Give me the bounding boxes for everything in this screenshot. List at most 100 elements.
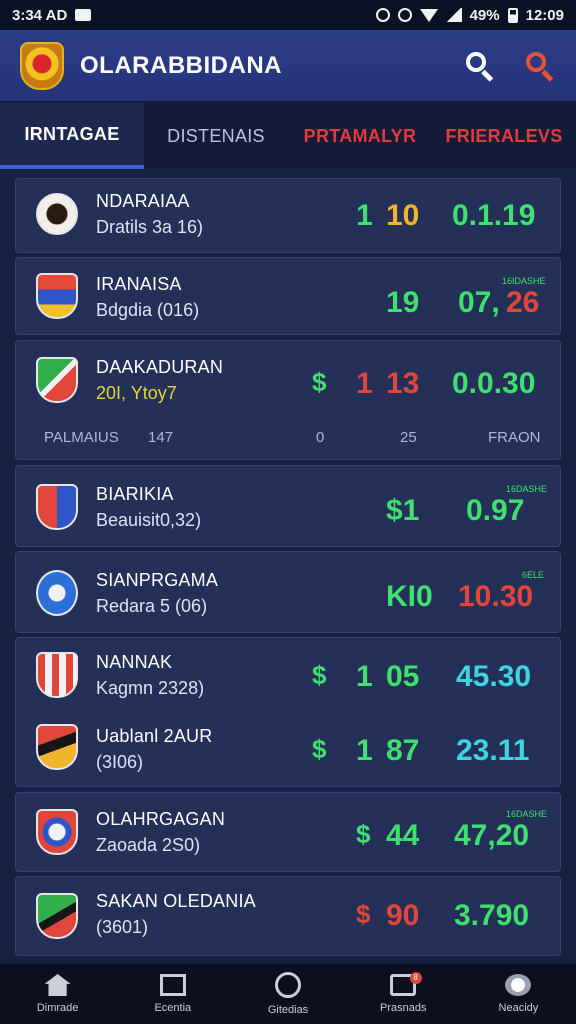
list-item[interactable]: NDARAIAA Dratils 3a 16) 1 10 0.1.19 [15, 178, 561, 253]
score-b: $1 [386, 494, 420, 527]
team-name: SAKAN OLEDANIA [96, 891, 256, 911]
team-detail: Bdgdia (016) [96, 300, 200, 320]
odds-tag: 16DASHE [506, 484, 548, 494]
app-logo [20, 41, 64, 90]
team-crest-icon [36, 809, 78, 855]
status-time-right: 12:09 [525, 6, 564, 24]
odds-value: 0.0.30 [452, 367, 536, 400]
team-name: NANNAK [96, 652, 173, 672]
battery-icon [507, 7, 518, 23]
list-item[interactable]: SAKAN OLEDANIA (3601) $ 90 3.790 [15, 876, 561, 956]
currency-symbol: $ [312, 734, 327, 764]
score-b: KI0 [386, 580, 433, 613]
nav-item-live[interactable]: Gitedias [230, 964, 345, 1024]
odds-value: 47,20 [454, 819, 530, 852]
notification-badge: 8 [409, 972, 422, 984]
tab-2[interactable]: DISTENAIS [144, 103, 288, 169]
team-detail: 20I, Ytoy7 [96, 383, 177, 403]
list-item-expanded[interactable]: DAAKADURAN 20I, Ytoy7 $ 1 13 0.0.30 PALM… [15, 340, 561, 460]
stat-c: 25 [400, 429, 417, 446]
nav-item-sports[interactable]: Neacidy [461, 964, 576, 1024]
odds-value: 0.1.19 [452, 199, 536, 232]
list-item[interactable]: IRANAISA Bdgdia (016) 19 16IDASHE 07, 26 [15, 257, 561, 335]
team-crest-icon [36, 724, 78, 770]
soccer-ball-icon [505, 974, 532, 996]
battery-percent: 49% [469, 6, 500, 24]
team-name: Uablanl 2AUR [96, 726, 213, 746]
alarm-icon [375, 8, 390, 22]
message-icon [75, 9, 92, 21]
team-name: IRANAISA [96, 274, 182, 294]
home-icon [44, 974, 71, 996]
team-detail: (3I06) [96, 752, 144, 772]
search-button[interactable] [464, 50, 496, 82]
team-detail: (3601) [96, 917, 149, 937]
score-b: 90 [386, 899, 420, 932]
team-crest-icon [36, 193, 78, 235]
stat-b: 0 [316, 429, 325, 446]
app-header: OLARABBIDANA [0, 30, 576, 102]
list-item[interactable]: BIARIKIA Beauisit0,32) $1 16DASHE 0.97 [15, 465, 561, 547]
team-crest-icon [36, 484, 78, 530]
score-a: 1 [356, 367, 373, 400]
odds-value: 0.97 [466, 494, 525, 527]
team-name: OLAHRGAGAN [96, 809, 226, 829]
odds-value: 45.30 [456, 660, 532, 693]
currency-symbol: $ [312, 367, 327, 397]
score-b: 10 [386, 199, 420, 232]
odds-tag: 6ELE [522, 570, 545, 580]
currency-symbol: $ [356, 819, 371, 849]
odds-value: 07, [458, 286, 500, 319]
signal-icon [445, 8, 462, 22]
nav-label: Dimrade [36, 1002, 79, 1014]
app-title: OLARABBIDANA [80, 51, 282, 79]
score-b: 44 [386, 819, 420, 852]
wifi-icon [419, 8, 438, 22]
team-crest-icon [36, 652, 78, 698]
nav-label: Ecentia [154, 1002, 192, 1014]
score-b: 13 [386, 367, 420, 400]
nav-item-home[interactable]: Dimrade [0, 964, 115, 1024]
currency-symbol: $ [312, 660, 327, 690]
currency-symbol: $ [356, 899, 371, 929]
tab-1[interactable]: IRNTAGAE [0, 103, 144, 169]
sync-icon [397, 8, 412, 22]
stat-a: 147 [148, 429, 174, 446]
nav-label: Gitedias [267, 1004, 309, 1016]
stat-label: PALMAIUS [44, 429, 119, 446]
team-name: DAAKADURAN [96, 357, 224, 377]
status-time-left: 3:34 AD [12, 6, 68, 24]
list-group: NANNAK Kagmn 2328) $ 1 05 45.30 Uablanl … [15, 637, 561, 787]
team-detail: Redara 5 (06) [96, 596, 208, 616]
team-name: BIARIKIA [96, 484, 174, 504]
team-name: SIANPRGAMA [96, 570, 219, 590]
team-crest-icon [36, 893, 78, 939]
status-bar: 3:34 AD 49% 12:09 [0, 0, 576, 30]
nav-label: Prasnads [379, 1002, 427, 1014]
score-a: 1 [356, 660, 373, 693]
list-item[interactable]: SIANPRGAMA Redara 5 (06) KI0 6ELE 10.30 [15, 551, 561, 633]
nav-label: Neacidy [498, 1002, 539, 1014]
record-icon [275, 972, 301, 998]
odds-value-change: 26 [506, 286, 540, 319]
team-name: NDARAIAA [96, 191, 190, 211]
search-alt-button[interactable] [524, 50, 556, 82]
nav-item-board[interactable]: Ecentia [115, 964, 230, 1024]
odds-tag: 16DASHE [506, 809, 548, 819]
tab-bar: IRNTAGAE DISTENAIS PRTAMALYR FRIERALEVS [0, 103, 576, 169]
bottom-nav: Dimrade Ecentia Gitedias 8 Prasnads Neac… [0, 964, 576, 1024]
nav-item-inbox[interactable]: 8 Prasnads [346, 964, 461, 1024]
score-a: 1 [356, 734, 373, 767]
odds-tag: 16IDASHE [502, 276, 546, 286]
team-detail: Dratils 3a 16) [96, 217, 204, 237]
odds-value: 3.790 [454, 899, 530, 932]
team-detail: Beauisit0,32) [96, 510, 202, 530]
odds-value: 10.30 [458, 580, 534, 613]
list-item[interactable]: OLAHRGAGAN Zaoada 2S0) $ 44 16DASHE 47,2… [15, 792, 561, 872]
score-a: 1 [356, 199, 373, 232]
odds-value: 23.11 [456, 734, 530, 767]
tab-3[interactable]: PRTAMALYR [288, 103, 432, 169]
tab-4[interactable]: FRIERALEVS [432, 103, 576, 169]
team-crest-icon [36, 570, 78, 616]
score-b: 05 [386, 660, 420, 693]
